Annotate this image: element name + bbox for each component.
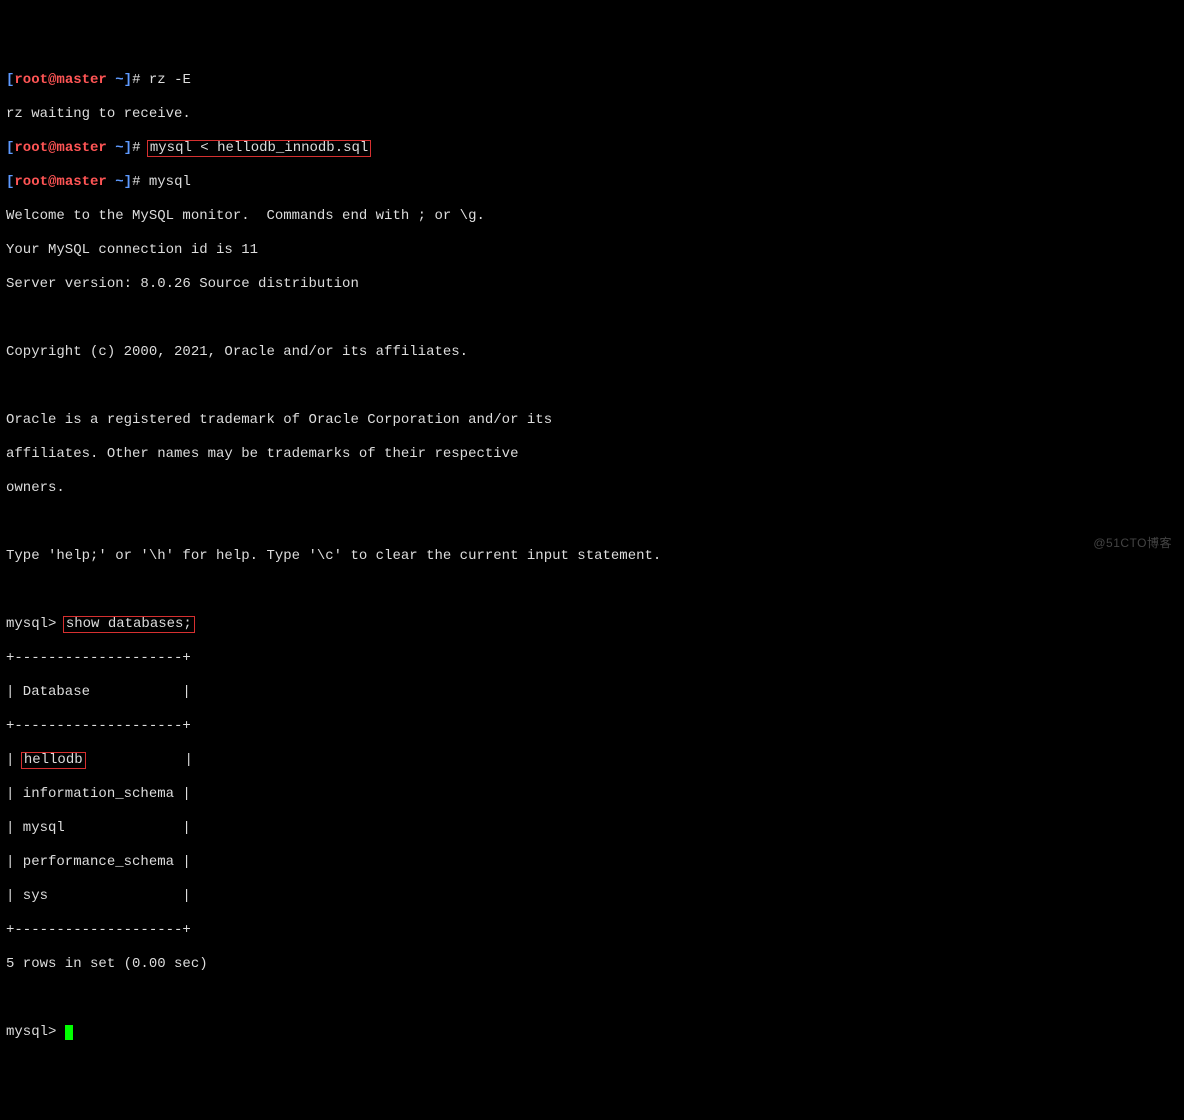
prompt-path: ~ xyxy=(107,174,124,190)
table-row: | sys | xyxy=(6,888,1178,905)
banner-line: Copyright (c) 2000, 2021, Oracle and/or … xyxy=(6,344,1178,361)
blank-line xyxy=(6,514,1178,531)
prompt-user: root xyxy=(14,174,48,190)
banner-line: owners. xyxy=(6,480,1178,497)
highlight-hellodb: hellodb xyxy=(21,752,86,769)
prompt-path: ~ xyxy=(107,72,124,88)
highlight-show-db: show databases; xyxy=(63,616,195,633)
table-row: | hellodb | xyxy=(6,752,1178,769)
table-row: | information_schema | xyxy=(6,786,1178,803)
prompt-user: root xyxy=(14,140,48,156)
row-post: | xyxy=(84,752,193,768)
table-sep: +--------------------+ xyxy=(6,922,1178,939)
mysql-line: mysql> show databases; xyxy=(6,616,1178,633)
terminal-line: [root@master ~]# mysql xyxy=(6,174,1178,191)
banner-line: Oracle is a registered trademark of Orac… xyxy=(6,412,1178,429)
prompt-hash: # xyxy=(132,72,149,88)
table-sep: +--------------------+ xyxy=(6,718,1178,735)
prompt-host: master xyxy=(56,140,106,156)
banner-line: Type 'help;' or '\h' for help. Type '\c'… xyxy=(6,548,1178,565)
banner-line: affiliates. Other names may be trademark… xyxy=(6,446,1178,463)
banner-line: Welcome to the MySQL monitor. Commands e… xyxy=(6,208,1178,225)
prompt-user: root xyxy=(14,72,48,88)
prompt-path: ~ xyxy=(107,140,124,156)
blank-line xyxy=(6,990,1178,1007)
blank-line xyxy=(6,310,1178,327)
watermark: @51CTO博客 xyxy=(1093,535,1172,552)
terminal-line: [root@master ~]# rz -E xyxy=(6,72,1178,89)
table-header: | Database | xyxy=(6,684,1178,701)
prompt-hash: # xyxy=(132,174,149,190)
prompt-host: master xyxy=(56,72,106,88)
mysql-prompt: mysql> xyxy=(6,616,65,632)
cmd-rz: rz -E xyxy=(149,72,191,88)
highlight-cmd-import: mysql < hellodb_innodb.sql xyxy=(147,140,371,157)
rows-footer: 5 rows in set (0.00 sec) xyxy=(6,956,1178,973)
prompt-close: ] xyxy=(124,140,132,156)
mysql-line[interactable]: mysql> xyxy=(6,1024,1178,1041)
prompt-close: ] xyxy=(124,72,132,88)
blank-line xyxy=(6,378,1178,395)
banner-line: Server version: 8.0.26 Source distributi… xyxy=(6,276,1178,293)
cursor-icon xyxy=(65,1025,73,1040)
mysql-prompt: mysql> xyxy=(6,1024,65,1040)
table-row: | performance_schema | xyxy=(6,854,1178,871)
terminal-line: [root@master ~]# mysql < hellodb_innodb.… xyxy=(6,140,1178,157)
prompt-close: ] xyxy=(124,174,132,190)
banner-line: Your MySQL connection id is 11 xyxy=(6,242,1178,259)
table-row: | mysql | xyxy=(6,820,1178,837)
cmd-mysql: mysql xyxy=(149,174,191,190)
prompt-host: master xyxy=(56,174,106,190)
blank-line xyxy=(6,582,1178,599)
table-sep: +--------------------+ xyxy=(6,650,1178,667)
rz-wait: rz waiting to receive. xyxy=(6,106,1178,123)
